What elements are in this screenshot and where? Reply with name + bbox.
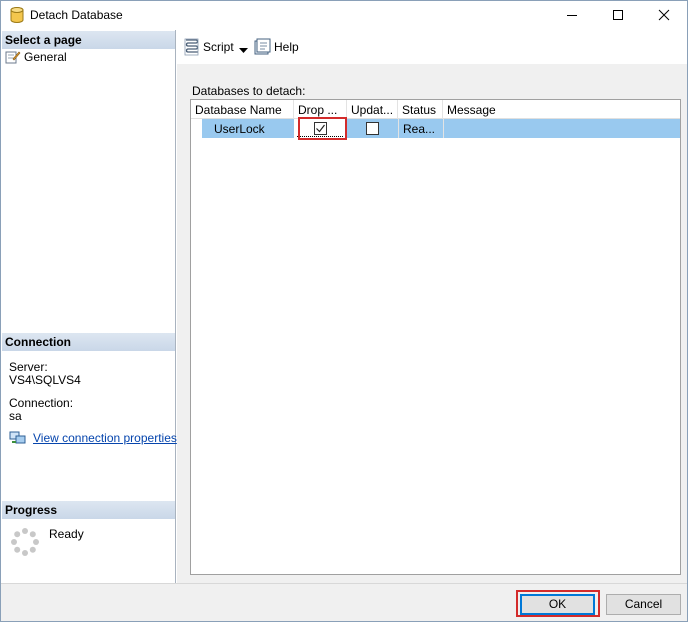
cancel-button[interactable]: Cancel (606, 594, 681, 615)
select-page-header: Select a page (2, 31, 175, 49)
toolbar: Script Help (177, 30, 687, 64)
databases-to-detach-label: Databases to detach: (192, 84, 306, 98)
page-item-label: General (24, 50, 67, 64)
connection-header: Connection (2, 333, 175, 351)
database-icon (10, 7, 24, 23)
minimize-button[interactable] (549, 1, 595, 29)
drop-connections-highlight (298, 117, 347, 140)
help-button[interactable]: Help (254, 38, 304, 56)
dialog-footer: OK Cancel (1, 583, 687, 621)
column-header-message[interactable]: Message (443, 100, 680, 119)
close-icon (658, 9, 670, 21)
title-bar: Detach Database (1, 1, 687, 29)
connection-label: Connection: (9, 396, 74, 410)
view-connection-properties-text[interactable]: View connection properties (33, 431, 177, 445)
update-statistics-checkbox[interactable] (366, 122, 379, 135)
progress-status: Ready (49, 527, 84, 541)
wrench-page-icon (5, 50, 21, 64)
connection-properties-icon (9, 431, 27, 445)
connection-value: sa (9, 409, 22, 423)
window-title: Detach Database (30, 8, 123, 22)
help-book-icon (254, 38, 272, 56)
column-header-status[interactable]: Status (398, 100, 443, 119)
progress-spinner-icon (10, 527, 40, 557)
chevron-down-icon[interactable] (239, 43, 248, 57)
main-panel: Databases to detach: Database Name Drop … (177, 64, 687, 583)
column-header-database-name[interactable]: Database Name (191, 100, 294, 119)
left-pane: Select a page General Connection Server:… (1, 30, 177, 583)
row-selector[interactable] (191, 119, 202, 138)
grid-header: Database Name Drop ... Updat... Status M… (191, 100, 680, 119)
progress-header: Progress (2, 501, 175, 519)
column-header-update-statistics[interactable]: Updat... (347, 100, 398, 119)
maximize-button[interactable] (595, 1, 641, 29)
cell-status: Rea... (398, 119, 443, 138)
script-button[interactable]: Script (183, 38, 251, 56)
help-label: Help (274, 40, 299, 54)
cell-message (443, 119, 680, 138)
server-value: VS4\SQLVS4 (9, 373, 81, 387)
minimize-icon (567, 15, 577, 16)
close-button[interactable] (641, 1, 687, 29)
maximize-icon (613, 10, 623, 20)
script-icon (183, 38, 201, 56)
script-label: Script (203, 40, 234, 54)
table-row[interactable]: UserLock Rea... (191, 119, 680, 138)
databases-grid[interactable]: Database Name Drop ... Updat... Status M… (190, 99, 681, 575)
detach-database-dialog: Detach Database Select a page General Co… (0, 0, 688, 622)
cell-database-name: UserLock (214, 122, 265, 136)
server-label: Server: (9, 360, 48, 374)
ok-button[interactable]: OK (520, 594, 595, 615)
cell-update-statistics[interactable] (347, 119, 398, 138)
